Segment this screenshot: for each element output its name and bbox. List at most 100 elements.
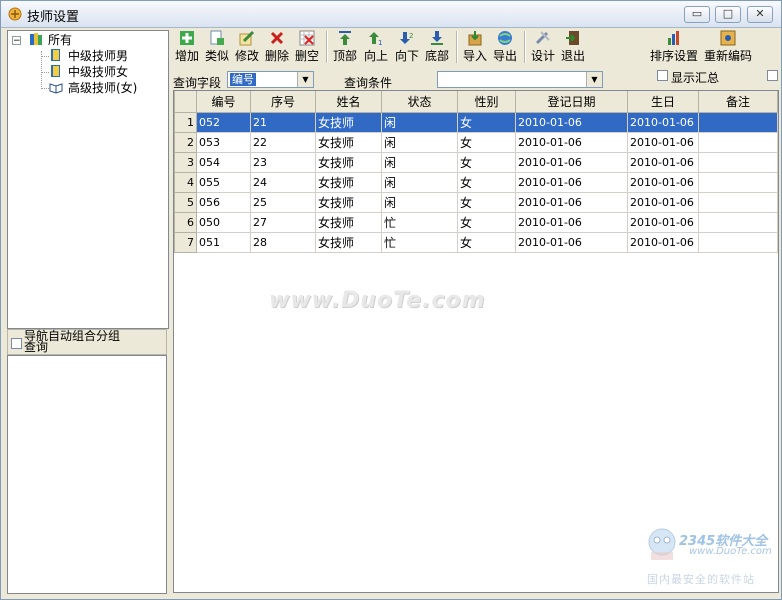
column-header[interactable]: 登记日期 — [515, 91, 628, 113]
table-cell[interactable]: 女 — [457, 172, 516, 193]
query-field-select[interactable]: 编号 ▼ — [227, 71, 314, 88]
table-cell[interactable]: 2010-01-06 — [515, 232, 628, 253]
table-cell[interactable]: 055 — [196, 172, 251, 193]
table-cell[interactable]: 闲 — [381, 152, 458, 173]
table-cell[interactable]: 2010-01-06 — [627, 152, 699, 173]
column-header[interactable]: 姓名 — [315, 91, 382, 113]
table-cell[interactable]: 闲 — [381, 172, 458, 193]
table-row[interactable]: 6 050 27 女技师忙女 2010-01-06 2010-01-06 — [174, 212, 778, 233]
import-button[interactable]: 导入 — [461, 30, 489, 66]
table-cell[interactable]: 050 — [196, 212, 251, 233]
export-button[interactable]: 导出 — [491, 30, 519, 66]
edit-button[interactable]: 修改 — [233, 30, 261, 66]
nav-auto-group-checkbox[interactable] — [11, 338, 22, 349]
table-cell[interactable]: 24 — [250, 172, 316, 193]
table-cell[interactable]: 女 — [457, 232, 516, 253]
row-number[interactable]: 2 — [174, 132, 197, 153]
table-cell[interactable]: 2010-01-06 — [515, 152, 628, 173]
table-row[interactable]: 2 053 22 女技师闲女 2010-01-06 2010-01-06 — [174, 132, 778, 153]
show-summary-checkbox[interactable] — [657, 70, 668, 81]
dropdown-arrow-icon[interactable]: ▼ — [297, 72, 313, 87]
maximize-button[interactable]: □ — [715, 6, 741, 23]
table-cell[interactable]: 女技师 — [315, 132, 382, 153]
delete-button[interactable]: 删除 — [263, 30, 291, 66]
table-cell[interactable] — [698, 132, 778, 153]
minimize-button[interactable]: ▭ — [684, 6, 710, 23]
table-cell[interactable]: 女技师 — [315, 192, 382, 213]
column-header[interactable]: 性别 — [457, 91, 516, 113]
table-cell[interactable]: 22 — [250, 132, 316, 153]
table-cell[interactable]: 2010-01-06 — [627, 212, 699, 233]
column-header[interactable]: 编号 — [196, 91, 251, 113]
table-cell[interactable]: 忙 — [381, 232, 458, 253]
move-up-button[interactable]: 1 向上 — [362, 30, 390, 66]
sort-settings-button[interactable]: 排序设置 — [649, 30, 699, 66]
table-cell[interactable]: 女 — [457, 212, 516, 233]
table-cell[interactable]: 051 — [196, 232, 251, 253]
add-button[interactable]: 增加 — [173, 30, 201, 66]
table-row[interactable]: 3 054 23 女技师闲女 2010-01-06 2010-01-06 — [174, 152, 778, 173]
table-cell[interactable]: 忙 — [381, 212, 458, 233]
column-header[interactable]: 备注 — [698, 91, 778, 113]
row-number[interactable]: 3 — [174, 152, 197, 173]
table-cell[interactable] — [698, 172, 778, 193]
dropdown-arrow-icon[interactable]: ▼ — [586, 72, 602, 87]
table-cell[interactable]: 女技师 — [315, 112, 382, 133]
table-cell[interactable]: 28 — [250, 232, 316, 253]
table-cell[interactable]: 闲 — [381, 192, 458, 213]
design-button[interactable]: 设计 — [529, 30, 557, 66]
exit-button[interactable]: 退出 — [559, 30, 587, 66]
table-cell[interactable] — [698, 232, 778, 253]
clear-button[interactable]: 删空 — [293, 30, 321, 66]
row-number[interactable]: 1 — [174, 112, 197, 133]
table-cell[interactable]: 27 — [250, 212, 316, 233]
table-cell[interactable]: 056 — [196, 192, 251, 213]
table-cell[interactable]: 女技师 — [315, 232, 382, 253]
tree-root-all[interactable]: 所有 — [48, 32, 72, 48]
table-cell[interactable]: 052 — [196, 112, 251, 133]
move-down-button[interactable]: 2 向下 — [393, 30, 421, 66]
column-header[interactable]: 序号 — [250, 91, 316, 113]
column-header[interactable]: 生日 — [627, 91, 699, 113]
row-number[interactable]: 5 — [174, 192, 197, 213]
table-cell[interactable]: 23 — [250, 152, 316, 173]
table-row[interactable]: 1 052 21 女技师闲女 2010-01-06 2010-01-06 — [174, 112, 778, 133]
table-cell[interactable]: 053 — [196, 132, 251, 153]
table-cell[interactable]: 2010-01-06 — [515, 192, 628, 213]
move-top-button[interactable]: 顶部 — [331, 30, 359, 66]
close-button[interactable]: ✕ — [747, 6, 773, 23]
query-condition-select[interactable]: ▼ — [437, 71, 603, 88]
row-number[interactable]: 6 — [174, 212, 197, 233]
table-cell[interactable]: 2010-01-06 — [627, 232, 699, 253]
table-cell[interactable]: 2010-01-06 — [627, 172, 699, 193]
table-cell[interactable]: 女技师 — [315, 172, 382, 193]
table-row[interactable]: 7 051 28 女技师忙女 2010-01-06 2010-01-06 — [174, 232, 778, 253]
table-cell[interactable]: 2010-01-06 — [627, 112, 699, 133]
table-cell[interactable] — [698, 152, 778, 173]
row-number[interactable]: 7 — [174, 232, 197, 253]
table-cell[interactable]: 女 — [457, 152, 516, 173]
table-cell[interactable] — [698, 112, 778, 133]
similar-button[interactable]: 类似 — [203, 30, 231, 66]
table-cell[interactable]: 女 — [457, 192, 516, 213]
table-cell[interactable]: 054 — [196, 152, 251, 173]
table-cell[interactable]: 女 — [457, 112, 516, 133]
table-cell[interactable]: 闲 — [381, 112, 458, 133]
tree-item-intermediate-female[interactable]: 中级技师女 — [68, 64, 128, 80]
table-cell[interactable]: 女技师 — [315, 212, 382, 233]
table-cell[interactable]: 2010-01-06 — [515, 172, 628, 193]
table-cell[interactable]: 女技师 — [315, 152, 382, 173]
move-bottom-button[interactable]: 底部 — [423, 30, 451, 66]
table-row[interactable]: 5 056 25 女技师闲女 2010-01-06 2010-01-06 — [174, 192, 778, 213]
table-cell[interactable]: 2010-01-06 — [515, 212, 628, 233]
extra-checkbox[interactable] — [767, 70, 778, 81]
table-row[interactable]: 4 055 24 女技师闲女 2010-01-06 2010-01-06 — [174, 172, 778, 193]
table-cell[interactable]: 女 — [457, 132, 516, 153]
table-cell[interactable]: 2010-01-06 — [627, 192, 699, 213]
column-header[interactable]: 状态 — [381, 91, 458, 113]
table-cell[interactable]: 21 — [250, 112, 316, 133]
tree-collapse-toggle[interactable]: − — [12, 36, 21, 46]
table-cell[interactable]: 2010-01-06 — [515, 132, 628, 153]
table-cell[interactable]: 闲 — [381, 132, 458, 153]
renumber-button[interactable]: 重新编码 — [703, 30, 753, 66]
